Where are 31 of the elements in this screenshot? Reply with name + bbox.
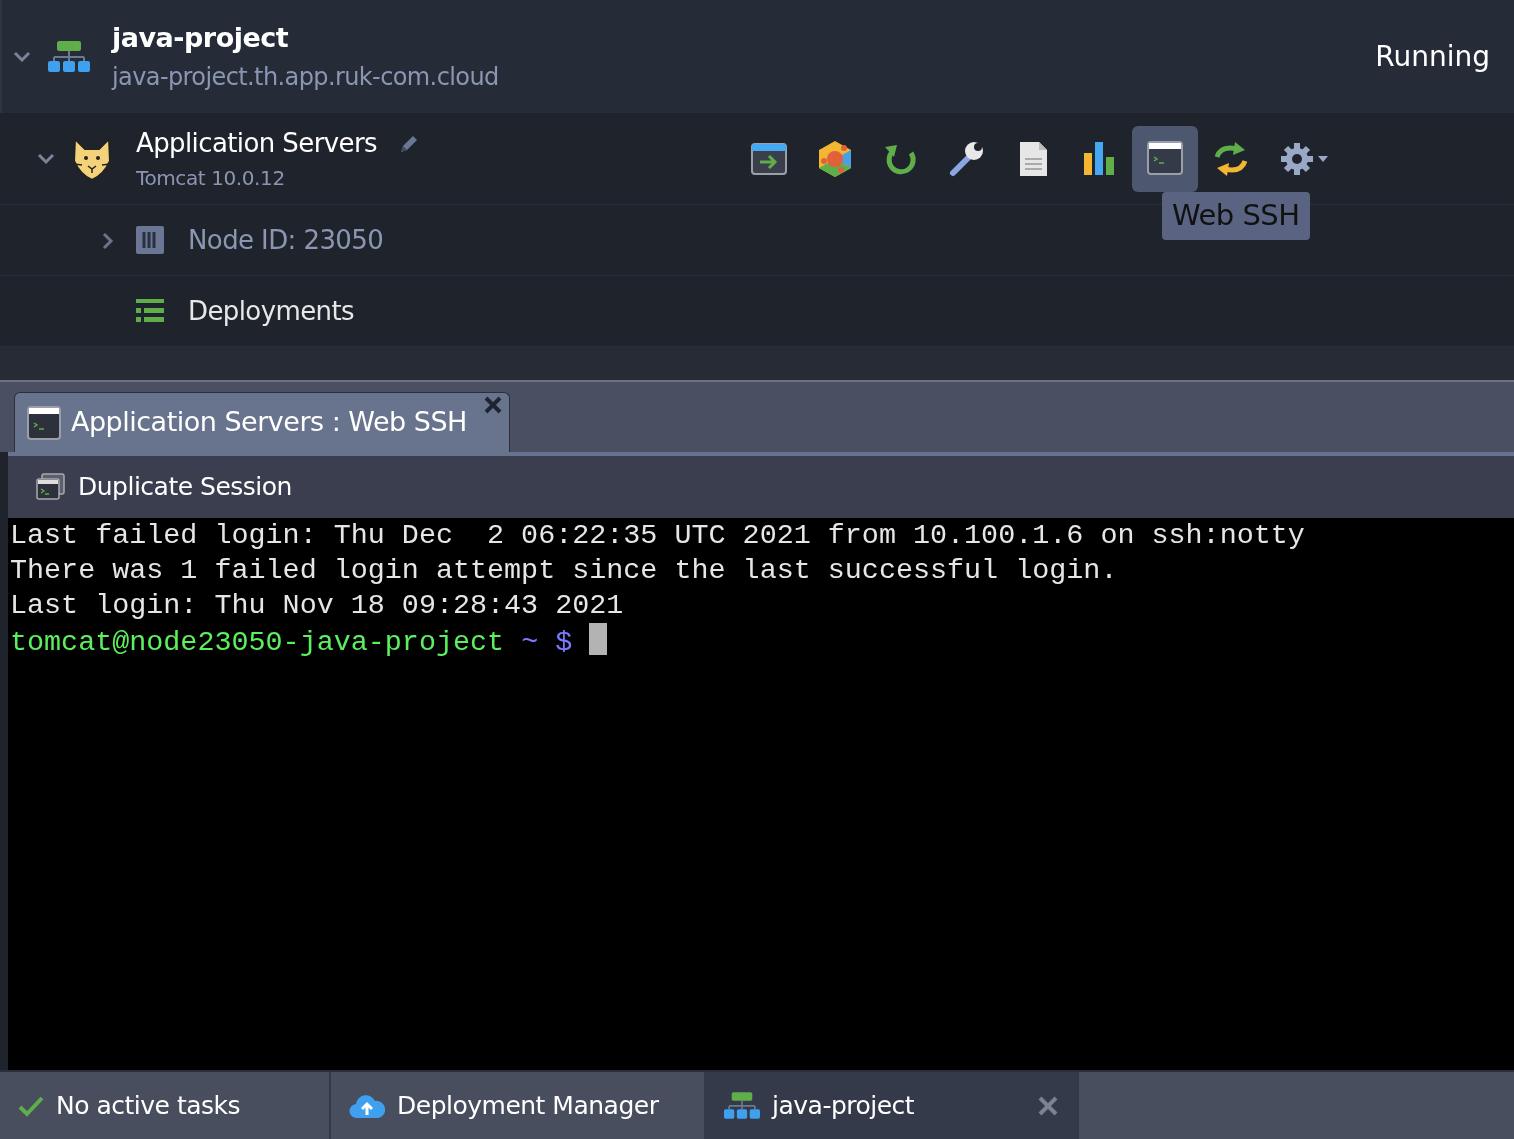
prompt-path: ~ [521, 626, 539, 659]
terminal-line: There was 1 failed login attempt since the last successful login. [10, 553, 1119, 588]
cloud-upload-icon [349, 1092, 385, 1119]
cursor [589, 623, 608, 655]
cat-head-icon [72, 136, 112, 181]
node-group-name[interactable]: Application Servers [136, 124, 377, 163]
server-icon [136, 226, 164, 254]
environment-tab[interactable]: java-project [706, 1072, 1079, 1139]
close-icon[interactable] [1037, 1094, 1059, 1117]
environment-tree-icon [48, 41, 90, 72]
environment-tree-icon [724, 1092, 760, 1119]
terminal-line: Last failed login: Thu Dec 2 06:22:35 UTC 2021 from 10.100.1.6 on ssh:notty [10, 518, 1306, 553]
node-group-version: Tomcat 10.0.12 [136, 165, 286, 192]
status-item[interactable]: No active tasks [0, 1072, 331, 1139]
environment-name[interactable]: java-project [112, 18, 1376, 59]
stacked-windows-icon [36, 473, 66, 501]
list-icon [136, 299, 164, 323]
terminal-button[interactable] [1132, 125, 1198, 192]
prompt-user: tomcat@node23050-java-project [10, 626, 505, 659]
terminal-line: Last login: Thu Nov 18 09:28:43 2021 [10, 588, 625, 623]
session-tab[interactable]: Application Servers : Web SSH [14, 392, 510, 452]
environment-status: Running [1375, 38, 1490, 75]
prompt-symbol: $ [555, 626, 573, 659]
duplicate-session-button[interactable]: Duplicate Session [36, 468, 292, 506]
deployments-label[interactable]: Deployments [188, 291, 354, 331]
check-icon [18, 1094, 44, 1117]
node-label[interactable]: Node ID: 23050 [188, 220, 384, 260]
environment-domain[interactable]: java-project.th.app.ruk-com.cloud [112, 58, 1376, 95]
terminal-icon [27, 405, 61, 440]
tooltip: Web SSH [1162, 192, 1310, 240]
close-icon[interactable] [482, 395, 503, 415]
